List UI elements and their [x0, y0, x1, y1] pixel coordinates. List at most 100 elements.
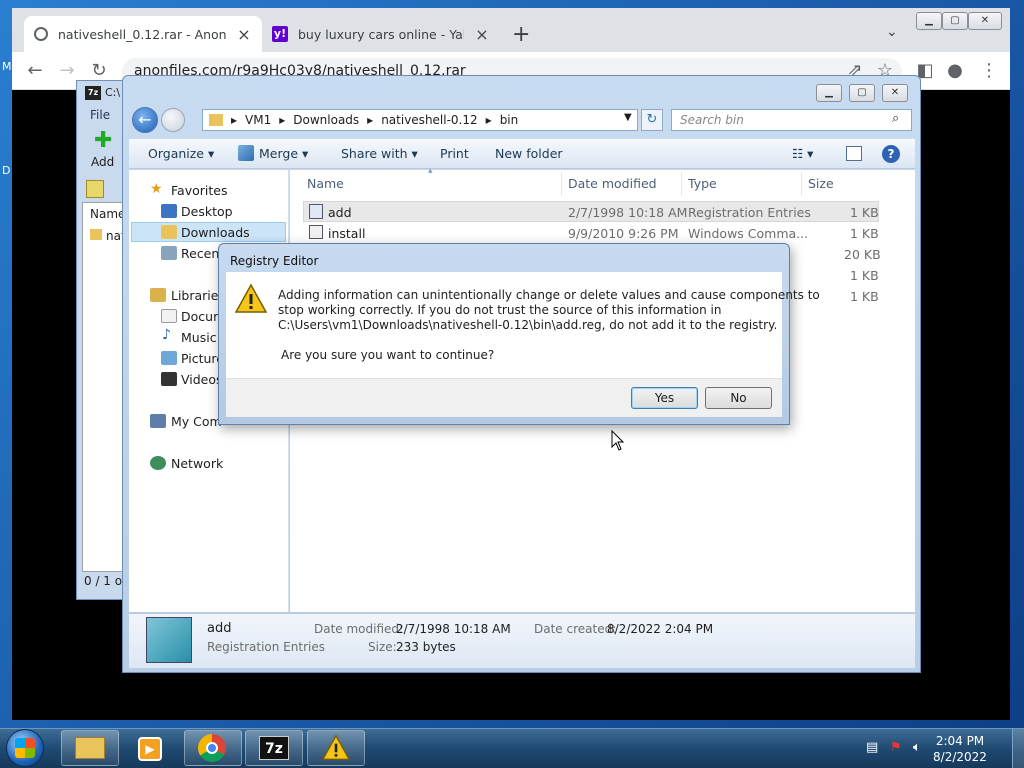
nav-favorites[interactable]: Favorites	[171, 183, 227, 198]
breadcrumb-item[interactable]: Downloads	[293, 113, 359, 127]
dialog-message-line: stop working correctly. If you do not tr…	[278, 303, 722, 317]
nav-computer[interactable]: My Com	[171, 414, 222, 429]
folder-icon	[209, 114, 223, 126]
explorer-close-button[interactable]: ✕	[882, 84, 908, 102]
column-divider[interactable]	[681, 172, 682, 196]
mouse-cursor-icon	[611, 430, 625, 451]
file-date: 2/7/1998 10:18 AM	[568, 205, 688, 220]
desktop-icon	[161, 204, 177, 218]
yes-button[interactable]: Yes	[631, 387, 698, 409]
view-options-icon[interactable]: ☷ ▾	[792, 146, 813, 161]
nav-libraries[interactable]: Libraries	[171, 288, 225, 303]
close-button[interactable]: ✕	[968, 12, 1002, 30]
details-file-name: add	[207, 621, 232, 636]
profile-avatar-icon[interactable]: ●	[944, 60, 966, 81]
desktop-icon-label[interactable]: D	[2, 164, 10, 177]
share-with-button[interactable]: Share with ▾	[341, 146, 418, 161]
nav-downloads[interactable]: Downloads	[181, 225, 250, 240]
browser-tab-yahoo[interactable]: y! buy luxury cars online - Yahoo Se ×	[262, 16, 500, 52]
folder-up-icon[interactable]	[86, 180, 104, 198]
add-plus-icon[interactable]: ✚	[94, 130, 112, 152]
print-button[interactable]: Print	[440, 146, 469, 161]
merge-label: Merge	[259, 146, 299, 161]
search-input[interactable]: Search bin	[671, 109, 912, 131]
close-tab-icon[interactable]: ×	[474, 25, 490, 44]
details-size-label: Size:	[368, 640, 397, 654]
help-icon[interactable]: ?	[882, 145, 900, 163]
warning-icon	[235, 284, 267, 313]
nav-desktop[interactable]: Desktop	[181, 204, 233, 219]
maximize-button[interactable]: ▢	[942, 12, 968, 30]
file-size: 20 KB	[844, 247, 881, 262]
menu-kebab-icon[interactable]: ⋮	[978, 60, 1000, 81]
forward-arrow-icon[interactable]	[161, 108, 185, 132]
explorer-minimize-button[interactable]: ▁	[816, 84, 842, 102]
sevenzip-col-name[interactable]: Name	[90, 207, 125, 221]
file-name[interactable]: install	[328, 226, 365, 241]
close-tab-icon[interactable]: ×	[236, 25, 252, 44]
back-arrow-icon[interactable]: ←	[132, 107, 158, 133]
registry-file-large-icon	[146, 617, 192, 663]
breadcrumb-item[interactable]: nativeshell-0.12	[381, 113, 477, 127]
file-size: 1 KB	[850, 268, 879, 283]
network-tray-icon[interactable]: ▤	[866, 740, 878, 755]
sevenzip-menu-file[interactable]: File	[90, 108, 110, 122]
merge-button[interactable]: Merge ▾	[259, 146, 308, 161]
no-button[interactable]: No	[705, 387, 772, 409]
column-divider[interactable]	[561, 172, 562, 196]
organize-button[interactable]: Organize ▾	[148, 146, 214, 161]
taskbar-clock[interactable]: 2:04 PM 8/2/2022	[930, 733, 990, 765]
file-type: Registration Entries	[688, 205, 811, 220]
tab-title: buy luxury cars online - Yahoo Se	[298, 26, 464, 42]
file-date: 9/9/2010 9:26 PM	[568, 226, 679, 241]
nav-music[interactable]: Music	[181, 330, 217, 345]
minimize-button[interactable]: ▁	[916, 12, 942, 30]
sevenzip-icon: 7z	[259, 736, 289, 760]
address-dropdown-icon[interactable]: ▼	[624, 112, 632, 123]
new-tab-button[interactable]: +	[512, 22, 530, 47]
details-date-created: 8/2/2022 2:04 PM	[607, 622, 714, 636]
volume-icon[interactable]: 🔈︎	[913, 740, 921, 755]
sevenzip-app-icon: 7z	[85, 86, 101, 100]
reload-icon[interactable]: ↻	[88, 60, 110, 81]
forward-icon[interactable]: →	[56, 60, 78, 81]
desktop-icon-label[interactable]: M	[2, 60, 12, 73]
merge-icon	[238, 145, 254, 161]
explorer-maximize-button[interactable]: ▢	[849, 84, 875, 102]
yahoo-icon: y!	[272, 26, 288, 42]
globe-icon	[34, 27, 48, 41]
chevron-right-icon[interactable]: ▸	[367, 113, 373, 127]
back-icon[interactable]: ←	[24, 60, 46, 81]
file-size: 1 KB	[850, 289, 879, 304]
chevron-right-icon[interactable]: ▸	[486, 113, 492, 127]
dialog-message-line: Adding information can unintentionally c…	[278, 288, 820, 302]
file-type: Windows Comma...	[688, 226, 809, 241]
folder-icon	[75, 737, 105, 759]
chevron-right-icon[interactable]: ▸	[279, 113, 285, 127]
action-center-flag-icon[interactable]: ⚑	[890, 740, 902, 755]
browser-tab-anonfiles[interactable]: nativeshell_0.12.rar - AnonFiles ×	[24, 16, 262, 52]
chevron-right-icon[interactable]: ▸	[231, 113, 237, 127]
column-header-size[interactable]: Size	[808, 176, 834, 191]
refresh-icon[interactable]: ↻	[641, 109, 663, 131]
tab-search-icon[interactable]: ⌄	[886, 24, 898, 40]
dialog-message-line: C:\Users\vm1\Downloads\nativeshell-0.12\…	[278, 318, 778, 332]
show-desktop-button[interactable]	[1012, 729, 1024, 768]
preview-pane-icon[interactable]	[846, 146, 862, 161]
pictures-icon	[161, 351, 177, 365]
column-divider[interactable]	[801, 172, 802, 196]
breadcrumb-item[interactable]: VM1	[245, 113, 271, 127]
column-header-date[interactable]: Date modified	[568, 176, 657, 191]
chrome-icon-center	[206, 742, 218, 754]
clock-time: 2:04 PM	[935, 734, 985, 748]
column-header-type[interactable]: Type	[688, 176, 717, 191]
nav-network[interactable]: Network	[171, 456, 223, 471]
address-breadcrumb[interactable]: ▸ VM1 ▸ Downloads ▸ nativeshell-0.12 ▸ b…	[202, 109, 638, 131]
nav-videos[interactable]: Videos	[181, 372, 223, 387]
sevenzip-add-button[interactable]: Add	[91, 155, 114, 169]
dialog-footer	[226, 378, 782, 417]
new-folder-button[interactable]: New folder	[495, 146, 563, 161]
breadcrumb-item[interactable]: bin	[500, 113, 519, 127]
search-icon[interactable]: ⌕	[892, 111, 899, 126]
column-header-name[interactable]: Name	[307, 176, 344, 191]
